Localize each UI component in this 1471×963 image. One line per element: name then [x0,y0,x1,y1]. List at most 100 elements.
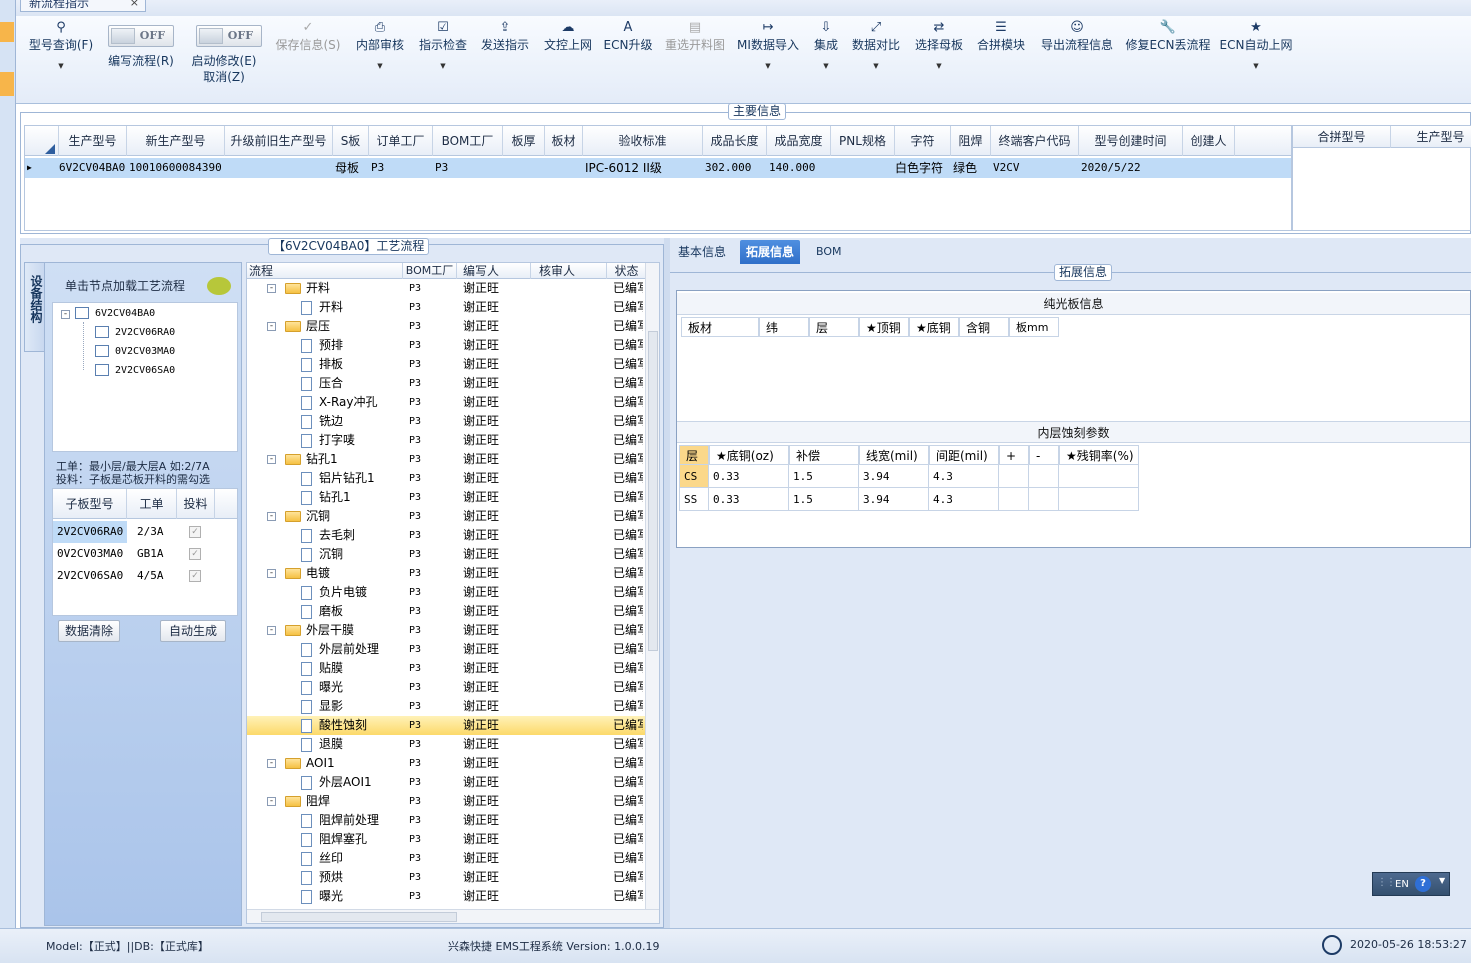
col-header[interactable]: + [999,445,1029,465]
table-row[interactable]: ▶ 6V2CV04BA0 10010600084390 母板 P3 P3 IPC… [25,158,1291,178]
customer-code-cell[interactable]: V2CV [993,158,1077,178]
process-step-row[interactable]: 压合 P3 谢正旺 已编写 [247,374,645,393]
collapse-icon[interactable]: - [267,322,276,331]
process-step-row[interactable]: 预排 P3 谢正旺 已编写 [247,336,645,355]
mi-import-button[interactable]: ↦ MI数据导入 ▼ [736,16,800,100]
process-group-row[interactable]: 钻孔1 - P3 谢正旺 已编写 [247,450,645,469]
export-flow-button[interactable]: ☺ 导出流程信息 [1036,16,1118,100]
col-header[interactable]: 流程 [247,263,403,279]
process-step-row[interactable]: 打字唛 P3 谢正旺 已编写 [247,431,645,450]
send-instruction-button[interactable]: ⇪ 发送指示 [478,16,532,100]
device-structure-tab[interactable]: 设备结构 [24,262,44,352]
process-step-row[interactable]: 钻孔1 P3 谢正旺 已编写 [247,488,645,507]
process-step-row[interactable]: 排板 P3 谢正旺 已编写 [247,355,645,374]
edit-flow-toggle[interactable]: OFF [108,25,174,47]
col-header[interactable]: 编写人 [457,263,531,279]
process-step-row[interactable]: X-Ray冲孔 P3 谢正旺 已编写 [247,393,645,412]
process-group-row[interactable]: AOI1 - P3 谢正旺 已编写 [247,754,645,773]
horizontal-scrollbar[interactable] [247,909,659,923]
etch-width-cell[interactable]: 3.94 [859,488,929,511]
process-step-row[interactable]: 磨板 P3 谢正旺 已编写 [247,602,645,621]
col-header[interactable]: 字符 [895,126,951,156]
col-header[interactable]: 板mm [1009,317,1059,337]
col-header[interactable]: 层 [809,317,859,337]
material-cell[interactable] [547,158,583,178]
etch-comp-cell[interactable]: 1.5 [789,465,859,488]
old-model-cell[interactable] [225,158,333,178]
scroll-thumb[interactable] [261,912,457,922]
process-step-row[interactable]: 酸性蚀刻 P3 谢正旺 已编写 [247,716,645,735]
ecn-upgrade-button[interactable]: A ECN升级 [602,16,654,100]
process-step-row[interactable]: 阻焊前处理 P3 谢正旺 已编写 [247,811,645,830]
process-step-row[interactable]: 去毛刺 P3 谢正旺 已编写 [247,526,645,545]
etch-copper-cell[interactable]: 0.33 [709,488,789,511]
tree-node-child[interactable]: 2V2CV06SA0 [95,363,175,379]
col-header[interactable]: 订单工厂 [369,126,433,156]
save-info-button[interactable]: ✓ 保存信息(S) [272,16,344,100]
etch-layer-cell[interactable]: CS [679,465,709,488]
feed-checkbox[interactable]: ✓ [189,570,201,582]
process-step-row[interactable]: 负片电镀 P3 谢正旺 已编写 [247,583,645,602]
col-header[interactable]: 新生产型号 [127,126,225,156]
col-header[interactable]: ★顶铜 [859,317,909,337]
sub-model-cell[interactable]: 2V2CV06RA0 [57,522,123,542]
etch-layer-cell[interactable]: SS [679,488,709,511]
process-step-row[interactable]: 铝片钻孔1 P3 谢正旺 已编写 [247,469,645,488]
process-step-row[interactable]: 显影 P3 谢正旺 已编写 [247,697,645,716]
etch-minus-cell[interactable] [1029,465,1059,488]
col-header[interactable]: 补偿 [789,445,859,465]
internal-review-button[interactable]: ⎙ 内部审核 ▼ [352,16,408,100]
col-header[interactable]: S板 [333,126,369,156]
col-header[interactable]: PNL规格 [831,126,895,156]
col-header[interactable]: 成品宽度 [767,126,831,156]
col-header[interactable]: 创建人 [1183,126,1235,156]
col-header[interactable]: ★残铜率(%) [1059,445,1139,465]
col-header[interactable]: 升级前旧生产型号 [225,126,333,156]
collapse-icon[interactable]: - [61,310,70,319]
tree-node-child[interactable]: 0V2CV03MA0 [95,344,175,360]
prod-model-cell[interactable]: 6V2CV04BA0 [59,158,127,178]
fix-ecn-button[interactable]: 🔧 修复ECN丢流程 [1124,16,1212,100]
process-step-row[interactable]: 外层前处理 P3 谢正旺 已编写 [247,640,645,659]
pnl-cell[interactable] [833,158,893,178]
standard-cell[interactable]: IPC-6012 II级 [585,158,701,178]
etch-copper-cell[interactable]: 0.33 [709,465,789,488]
bom-factory-cell[interactable]: P3 [435,158,495,178]
col-header[interactable]: 板材 [681,317,759,337]
etch-residual-cell[interactable] [1059,465,1139,488]
collapse-icon[interactable]: - [267,759,276,768]
character-cell[interactable]: 白色字符 [895,158,951,178]
thickness-cell[interactable] [505,158,545,178]
feed-checkbox[interactable]: ✓ [189,548,201,560]
sub-order-cell[interactable]: 2/3A [137,522,164,542]
process-step-row[interactable]: 丝印 P3 谢正旺 已编写 [247,849,645,868]
feed-checkbox[interactable]: ✓ [189,526,201,538]
collapse-icon[interactable]: - [267,512,276,521]
order-factory-cell[interactable]: P3 [371,158,431,178]
language-bar[interactable]: ⋮⋮ EN ? ▼ [1372,872,1450,896]
col-header[interactable]: 工单 [127,489,177,519]
data-compare-button[interactable]: ⤢ 数据对比 ▼ [850,16,902,100]
col-header[interactable]: 间距(mil) [929,445,999,465]
col-header[interactable]: ★底铜(oz) [709,445,789,465]
length-cell[interactable]: 302.000 [705,158,765,178]
collapse-icon[interactable]: - [267,626,276,635]
help-icon[interactable]: ? [1415,876,1431,892]
etch-comp-cell[interactable]: 1.5 [789,488,859,511]
tab-ext-info[interactable]: 拓展信息 [740,240,801,264]
created-cell[interactable]: 2020/5/22 [1081,158,1181,178]
tree-node-root[interactable]: 6V2CV04BA0 [75,306,155,322]
col-header[interactable]: 板材 [545,126,583,156]
new-prod-model-cell[interactable]: 10010600084390 [129,158,227,178]
merge-module-button[interactable]: ☰ 合拼模块 [974,16,1028,100]
close-icon[interactable]: × [130,0,139,10]
tab-basic-info[interactable]: 基本信息 [672,240,732,264]
process-step-row[interactable]: 阻焊塞孔 P3 谢正旺 已编写 [247,830,645,849]
process-step-row[interactable]: 预烘 P3 谢正旺 已编写 [247,868,645,887]
integrate-button[interactable]: ⇩ 集成 ▼ [808,16,844,100]
process-step-row[interactable]: 曝光 P3 谢正旺 已编写 [247,887,645,906]
col-header[interactable]: 核审人 [531,263,607,279]
sub-order-cell[interactable]: 4/5A [137,566,164,586]
process-step-row[interactable]: 铣边 P3 谢正旺 已编写 [247,412,645,431]
etch-gap-cell[interactable]: 4.3 [929,465,999,488]
